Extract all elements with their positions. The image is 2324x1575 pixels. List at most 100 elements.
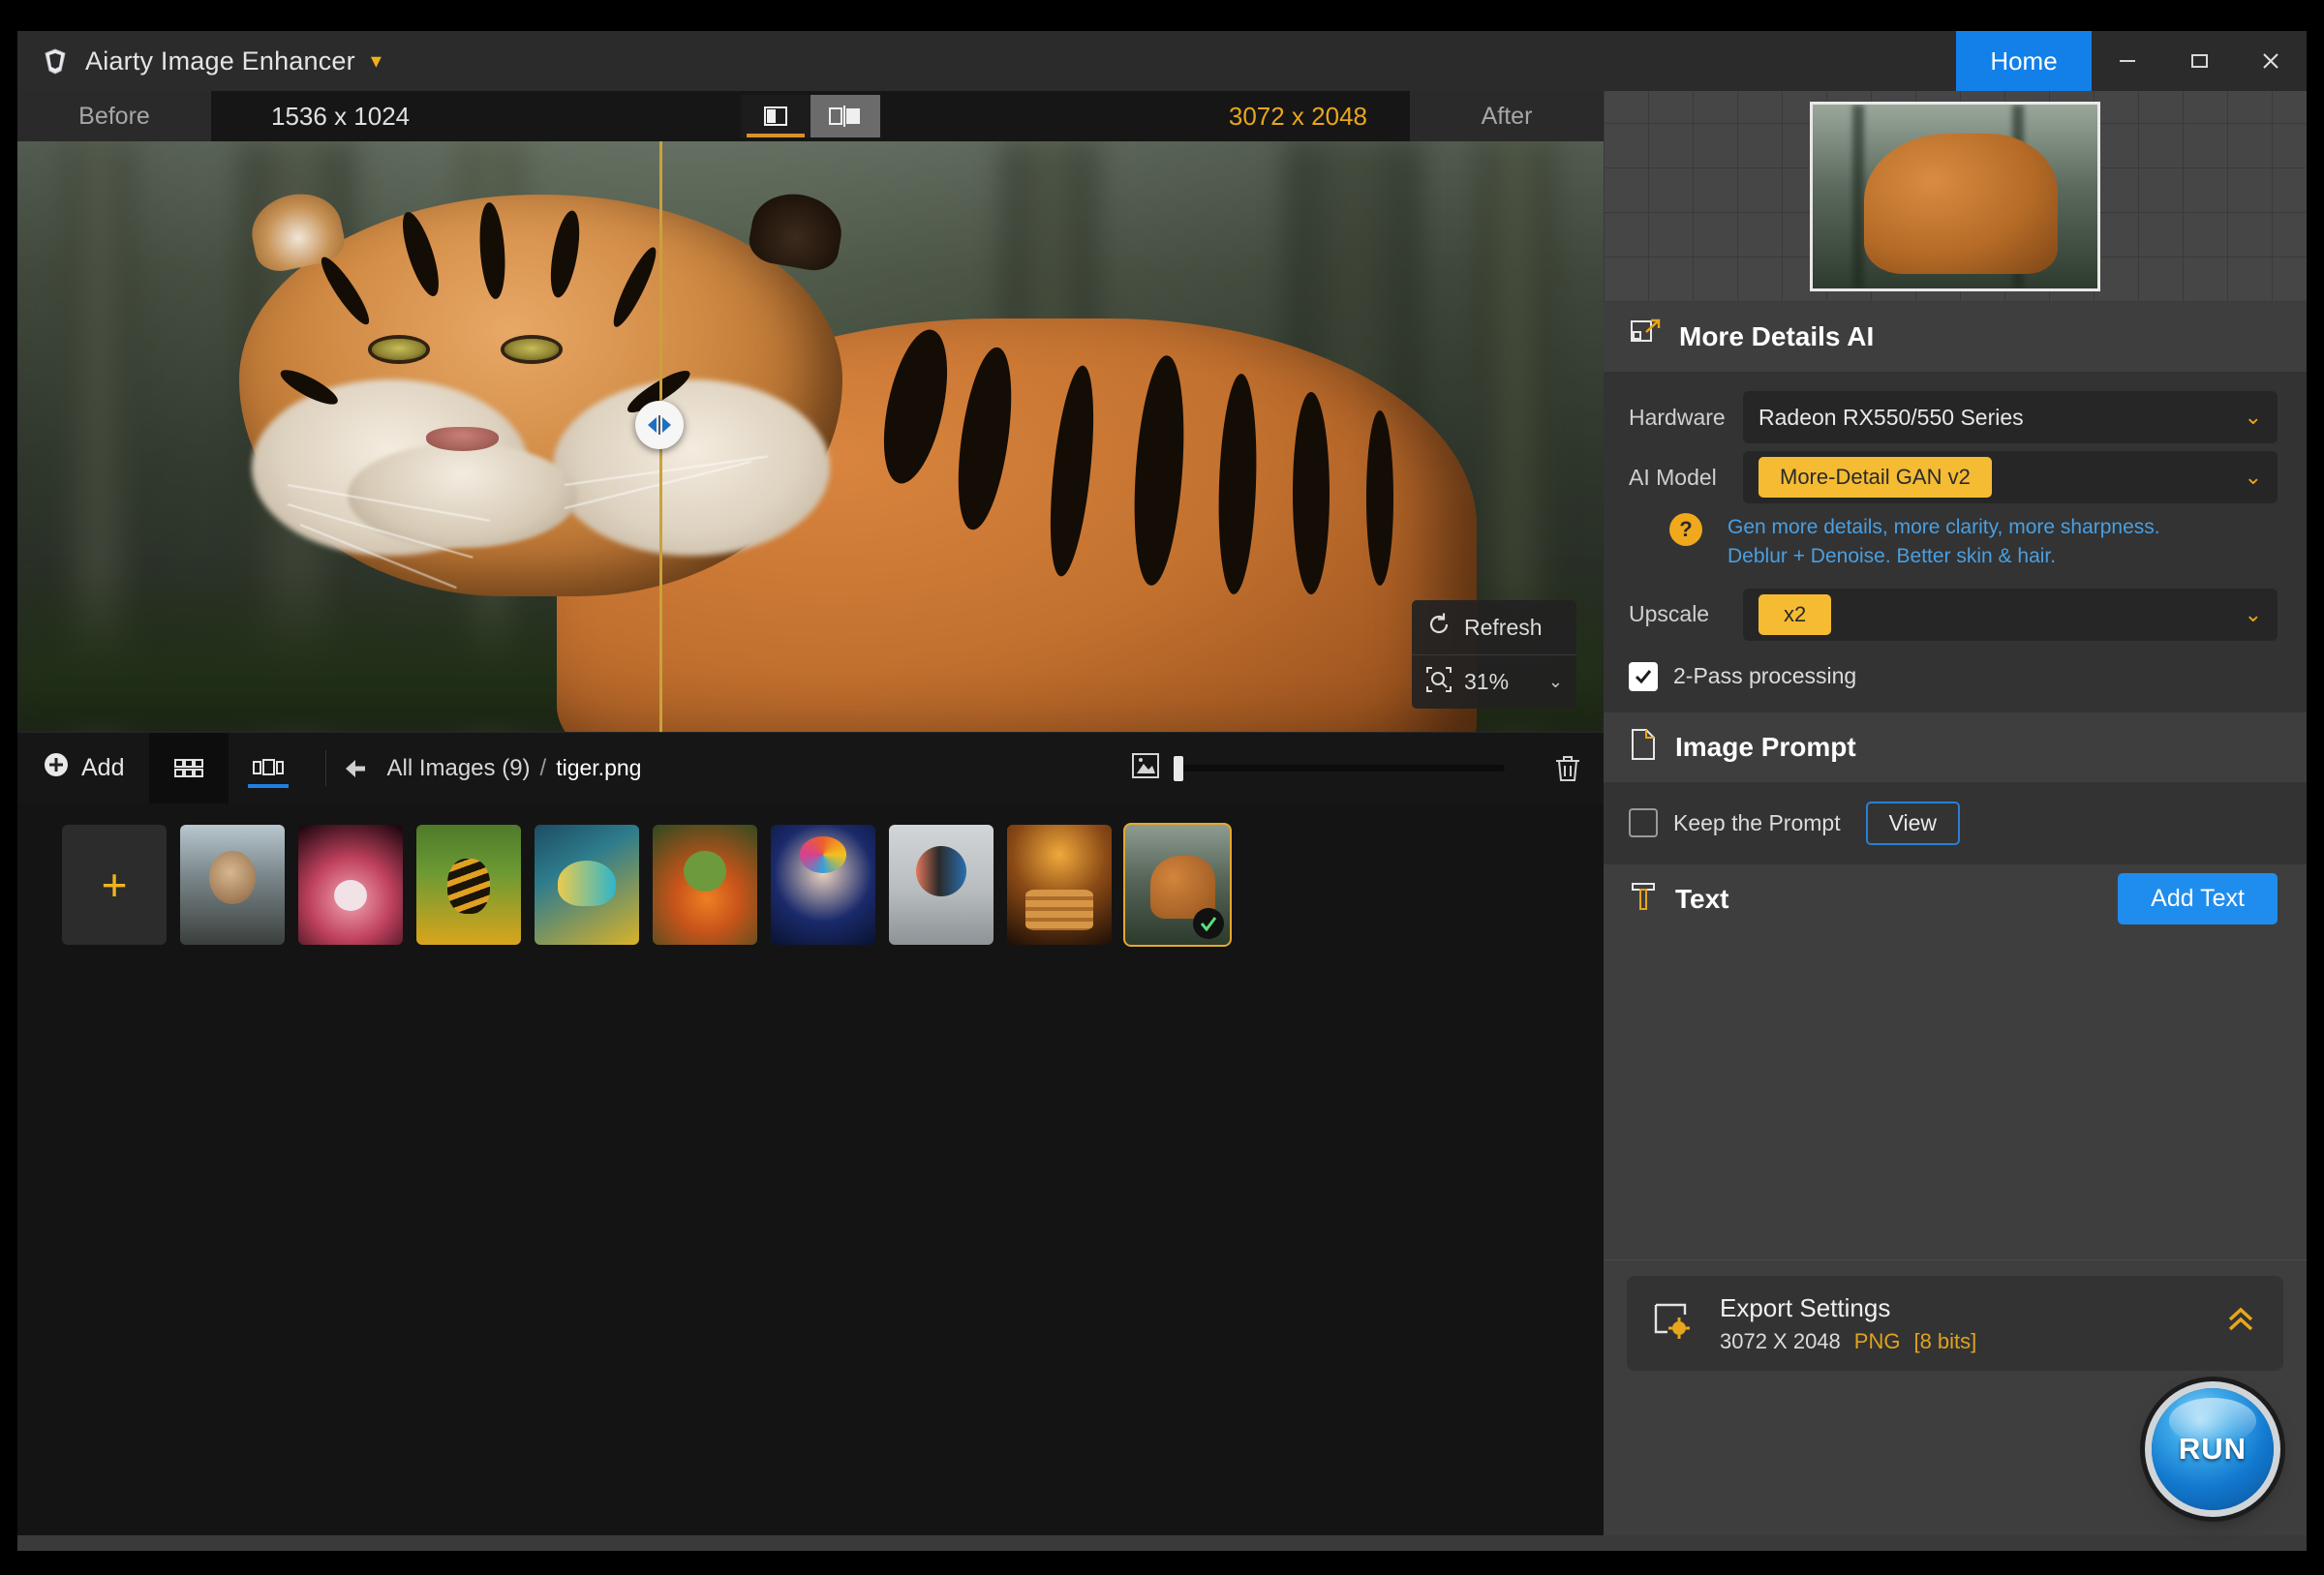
thumbnail-size-control — [1129, 733, 1532, 803]
refresh-button[interactable]: Refresh — [1412, 600, 1576, 654]
image-prompt-title: Image Prompt — [1675, 732, 1856, 763]
settings-panel: More Details AI Hardware Radeon RX550/55… — [1604, 91, 2307, 1535]
hardware-select[interactable]: Radeon RX550/550 Series ⌄ — [1743, 391, 2278, 443]
workspace-column: Before 1536 x 1024 — [17, 91, 1604, 1535]
delete-button[interactable] — [1532, 733, 1604, 803]
slider-thumb[interactable] — [1174, 756, 1183, 781]
preview-image — [1810, 102, 2100, 291]
plus-circle-icon — [43, 751, 70, 785]
keep-prompt-row: Keep the Prompt View — [1629, 802, 2278, 845]
compare-bar: Before 1536 x 1024 — [17, 91, 1604, 141]
help-icon[interactable]: ? — [1669, 513, 1702, 546]
film-toolbar: Add — [17, 732, 1604, 803]
image-size-icon — [1129, 751, 1162, 785]
home-button[interactable]: Home — [1956, 31, 2092, 91]
ai-model-value: More-Detail GAN v2 — [1758, 457, 1992, 498]
upscale-select[interactable]: x2 ⌄ — [1743, 589, 2278, 641]
thumbnail-size-slider[interactable] — [1176, 765, 1505, 772]
upscale-value: x2 — [1758, 594, 1831, 635]
grid-view-button[interactable] — [149, 733, 229, 803]
export-settings-icon — [1652, 1301, 1697, 1347]
split-view-toggle[interactable] — [810, 95, 880, 137]
toolbar-divider — [325, 750, 326, 786]
chevron-down-icon: ⌄ — [2245, 405, 2262, 430]
single-view-toggle[interactable] — [741, 95, 810, 137]
list-item[interactable] — [1007, 825, 1112, 945]
list-item[interactable] — [535, 825, 639, 945]
list-item-selected[interactable] — [1125, 825, 1230, 945]
list-item[interactable] — [180, 825, 285, 945]
two-pass-label: 2-Pass processing — [1673, 663, 1856, 689]
more-details-body: Hardware Radeon RX550/550 Series ⌄ AI Mo… — [1604, 372, 2307, 712]
hint-line-1: Gen more details, more clarity, more sha… — [1728, 516, 2160, 538]
collapse-chevron-icon[interactable] — [2223, 1304, 2258, 1343]
zoom-level-label: 31% — [1464, 669, 1509, 695]
export-texts: Export Settings 3072 X 2048 PNG [8 bits] — [1720, 1293, 1976, 1354]
refresh-icon — [1425, 611, 1452, 644]
run-area: RUN — [1604, 1371, 2307, 1535]
back-arrow-icon — [344, 757, 373, 780]
chevron-down-icon[interactable]: ⌄ — [1548, 672, 1563, 692]
minimize-icon[interactable] — [2092, 31, 2163, 91]
export-dimensions: 3072 X 2048 — [1720, 1329, 1841, 1354]
list-item[interactable] — [416, 825, 521, 945]
titlebar: Aiarty Image Enhancer ▾ Home — [17, 31, 2307, 91]
chevron-down-icon: ⌄ — [2245, 602, 2262, 627]
breadcrumb: All Images (9) / tiger.png — [386, 733, 641, 803]
image-viewer[interactable]: Refresh 31% ⌄ — [17, 141, 1604, 732]
export-bits: [8 bits] — [1913, 1329, 1976, 1354]
view-mode-toggle-group — [741, 95, 880, 137]
export-settings-card[interactable]: Export Settings 3072 X 2048 PNG [8 bits] — [1627, 1276, 2283, 1371]
add-text-button[interactable]: Add Text — [2118, 873, 2278, 924]
breadcrumb-root[interactable]: All Images (9) — [386, 755, 530, 782]
viewer-tools: Refresh 31% ⌄ — [1412, 600, 1576, 709]
grid-icon — [171, 755, 206, 782]
image-canvas — [17, 141, 1604, 732]
ai-model-row: AI Model More-Detail GAN v2 ⌄ — [1629, 447, 2278, 507]
more-details-title: More Details AI — [1679, 321, 1874, 352]
two-pass-row: 2-Pass processing — [1629, 645, 2278, 691]
list-item[interactable] — [771, 825, 875, 945]
tab-after[interactable]: After — [1410, 91, 1604, 141]
compare-split-handle[interactable] — [635, 401, 684, 449]
ai-model-hint-row: ? Gen more details, more clarity, more s… — [1629, 507, 2278, 571]
maximize-icon[interactable] — [2163, 31, 2235, 91]
document-icon — [1629, 728, 1658, 766]
more-details-section-header: More Details AI — [1604, 302, 2307, 372]
ai-model-label: AI Model — [1629, 465, 1743, 491]
list-item[interactable] — [889, 825, 994, 945]
text-title: Text — [1675, 884, 1729, 915]
tab-before[interactable]: Before — [17, 91, 211, 141]
zoom-control[interactable]: 31% ⌄ — [1412, 654, 1576, 709]
hint-line-2: Deblur + Denoise. Better skin & hair. — [1728, 545, 2056, 567]
hardware-label: Hardware — [1629, 405, 1743, 431]
hardware-value: Radeon RX550/550 Series — [1758, 405, 2024, 431]
after-dimensions: 3072 x 2048 — [819, 91, 1410, 141]
ai-model-select[interactable]: More-Detail GAN v2 ⌄ — [1743, 451, 2278, 503]
back-button[interactable] — [344, 733, 386, 803]
app-title: Aiarty Image Enhancer — [85, 46, 355, 76]
ai-model-hint: Gen more details, more clarity, more sha… — [1728, 513, 2160, 571]
add-images-button[interactable]: Add — [17, 733, 149, 803]
keep-prompt-checkbox[interactable] — [1629, 808, 1658, 837]
statusbar — [17, 1535, 2307, 1551]
image-prompt-section-header: Image Prompt — [1604, 712, 2307, 782]
list-item[interactable] — [298, 825, 403, 945]
run-button[interactable]: RUN — [2152, 1388, 2274, 1510]
filmstrip: + — [17, 803, 1604, 1535]
list-item[interactable] — [653, 825, 757, 945]
upscale-row: Upscale x2 ⌄ — [1629, 585, 2278, 645]
keep-prompt-label: Keep the Prompt — [1673, 810, 1841, 836]
close-icon[interactable] — [2235, 31, 2307, 91]
app-logo-icon — [39, 45, 72, 77]
image-prompt-body: Keep the Prompt View — [1604, 782, 2307, 864]
view-prompt-button[interactable]: View — [1866, 802, 1960, 845]
app-window: Aiarty Image Enhancer ▾ Home Before 1536… — [17, 31, 2307, 1551]
two-pass-checkbox[interactable] — [1629, 662, 1658, 691]
check-icon — [1193, 908, 1224, 939]
add-thumbnail-tile[interactable]: + — [62, 825, 167, 945]
filmstrip-view-button[interactable] — [229, 733, 308, 803]
hardware-row: Hardware Radeon RX550/550 Series ⌄ — [1629, 387, 2278, 447]
chevron-down-icon[interactable]: ▾ — [371, 50, 382, 72]
export-settings-wrap: Export Settings 3072 X 2048 PNG [8 bits] — [1604, 1259, 2307, 1371]
